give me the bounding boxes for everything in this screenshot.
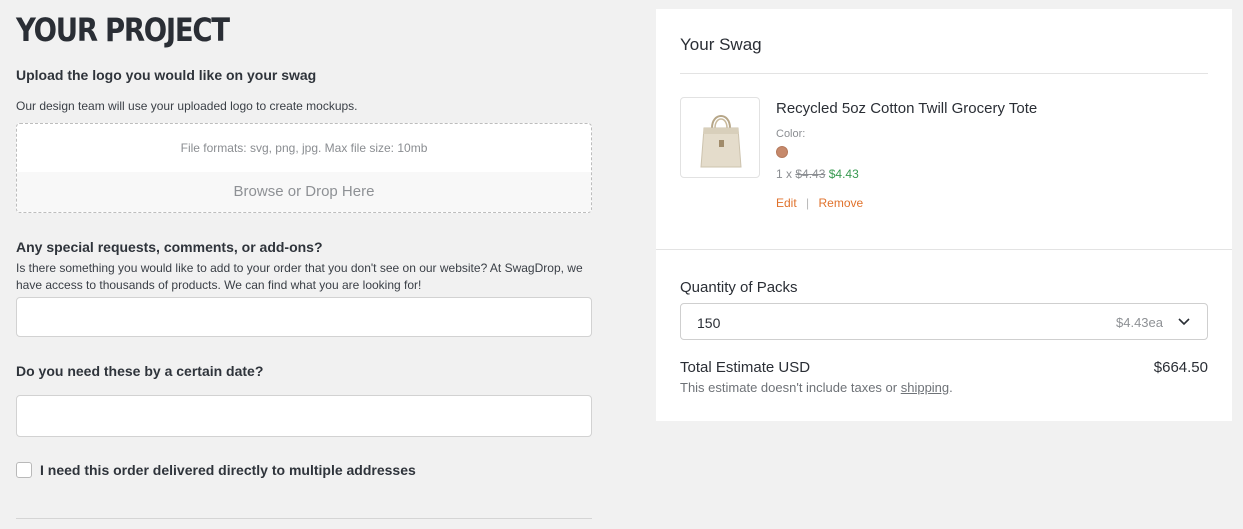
discounted-price: $4.43 [828, 167, 859, 181]
tote-bag-icon [700, 115, 742, 168]
total-value: $664.50 [1153, 359, 1208, 376]
quantity-label: Quantity of Packs [680, 279, 798, 296]
edit-link[interactable]: Edit [776, 196, 797, 210]
browse-drop-button[interactable]: Browse or Drop Here [17, 172, 591, 212]
product-thumbnail [680, 97, 760, 178]
shipping-link[interactable]: shipping [901, 380, 949, 395]
swag-divider [680, 73, 1208, 74]
product-name: Recycled 5oz Cotton Twill Grocery Tote [776, 100, 1038, 117]
multi-address-label[interactable]: I need this order delivered directly to … [40, 462, 416, 478]
total-note-suffix: . [949, 380, 953, 395]
date-heading: Do you need these by a certain date? [16, 363, 264, 379]
chevron-down-icon [1178, 318, 1190, 326]
section-divider [16, 518, 592, 519]
requests-description-line2: have access to thousands of products. We… [16, 278, 422, 292]
unit-price: $4.43ea [1116, 315, 1163, 330]
quantity-prefix: 1 x [776, 167, 793, 181]
multi-address-row[interactable]: I need this order delivered directly to … [16, 461, 416, 479]
file-formats-hint: File formats: svg, png, jpg. Max file si… [180, 141, 428, 155]
actions-separator: | [806, 196, 810, 210]
swag-summary-panel: Your Swag Recycled 5oz Cotton Twill Groc… [656, 9, 1232, 421]
color-swatch [776, 146, 788, 158]
original-price: $4.43 [795, 167, 826, 181]
logo-dropzone[interactable]: File formats: svg, png, jpg. Max file si… [16, 123, 592, 213]
quantity-select[interactable]: 150 $4.43ea [680, 303, 1208, 340]
quantity-divider [656, 249, 1232, 250]
total-note: This estimate doesn't include taxes or s… [680, 380, 953, 395]
item-actions: Edit | Remove [776, 196, 863, 210]
upload-description: Our design team will use your uploaded l… [16, 99, 358, 113]
requests-description-line1: Is there something you would like to add… [16, 261, 583, 275]
price-line: 1 x $4.43 $4.43 [776, 167, 859, 181]
remove-link[interactable]: Remove [819, 196, 864, 210]
requests-input[interactable] [16, 297, 592, 337]
color-label: Color: [776, 128, 806, 140]
requests-heading: Any special requests, comments, or add-o… [16, 239, 323, 255]
total-label: Total Estimate USD [680, 359, 811, 376]
multi-address-checkbox[interactable] [16, 462, 32, 478]
total-note-text: This estimate doesn't include taxes or [680, 380, 898, 395]
upload-heading: Upload the logo you would like on your s… [16, 67, 317, 83]
quantity-value: 150 [697, 315, 721, 331]
page-title: YOUR PROJECT [16, 11, 230, 49]
swag-title: Your Swag [680, 35, 762, 54]
date-input[interactable] [16, 395, 592, 437]
